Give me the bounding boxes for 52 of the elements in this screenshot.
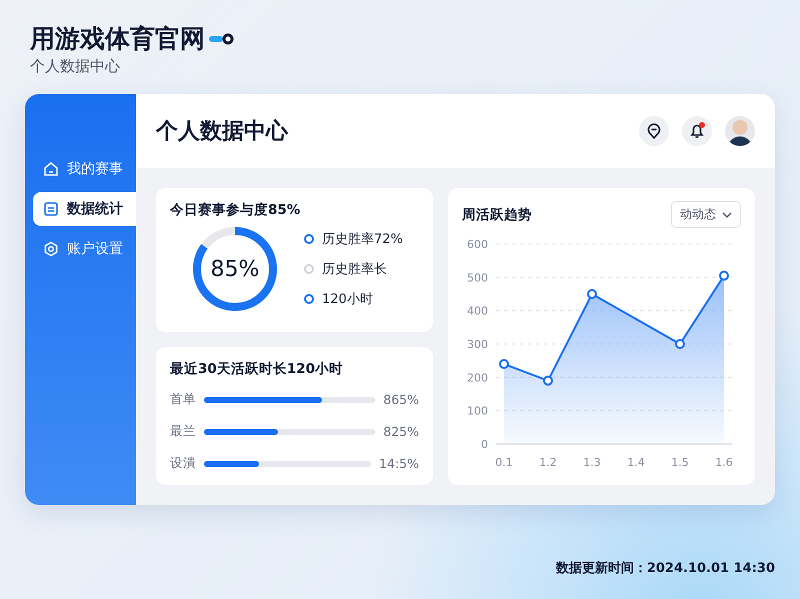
bar-reading: 825% [383,424,419,439]
axis-tick-label: 0 [481,438,488,451]
legend-label: 历史胜率长 [322,261,387,278]
bar-reading: 865% [383,392,419,407]
data-point [719,270,729,281]
dropdown[interactable]: 动动态 [671,201,741,228]
axis-tick-label: 1.4 [627,456,645,469]
sidebar-item-label: 账户设置 [67,240,123,258]
location-pin-icon [647,123,661,139]
axis-tick-label: 100 [467,404,488,418]
card-title: 今日赛事参与度85% [170,201,302,219]
axis-tick-label: 1.3 [583,456,601,469]
data-point [499,359,509,369]
document-icon [43,201,59,217]
axis-tick-label: 1.6 [715,456,733,469]
site-subtitle: 个人数据中心 [30,57,121,76]
bell-icon [690,123,704,139]
axis-tick-label: 1.2 [539,456,557,469]
donut-value: 85% [210,256,260,282]
axis-tick-label: 0.1 [495,456,513,469]
sidebar-item-label: 数据统计 [67,200,123,218]
update-time: 数据更新时间：2024.10.01 14:30 [556,560,775,577]
chevron-down-icon [722,212,732,218]
settings-icon [43,241,59,257]
bar-label: 最兰 [170,423,196,440]
axis-tick-label: 400 [467,304,488,318]
axis-tick-label: 500 [467,271,488,284]
sidebar-item[interactable]: 数据统计 [33,192,136,226]
legend-label: 120小时 [322,291,373,308]
page-title: 个人数据中心 [156,118,290,146]
data-point [587,289,597,299]
axis-tick-label: 600 [467,238,488,251]
notification-button[interactable] [682,116,712,146]
logo-icon [209,32,235,44]
data-point [675,339,685,349]
legend-label: 历史胜率72% [322,231,403,248]
home-icon [43,161,59,177]
avatar[interactable] [725,116,755,146]
sidebar-item-label: 我的赛事 [67,160,123,178]
axis-tick-label: 1.5 [671,456,689,469]
card-title: 周活跃趋势 [462,206,532,224]
sidebar-item[interactable]: 账户设置 [33,232,136,266]
site-title: 用游戏体育官网 [30,23,205,55]
axis-tick-label: 200 [467,371,488,384]
sidebar-item[interactable]: 我的赛事 [33,152,136,186]
card-title: 最近30天活跃时长120小时 [170,360,344,378]
bar-label: 设潰 [170,455,196,472]
bar-reading: 14:5% [379,456,419,471]
data-point [543,376,553,386]
bar-label: 首单 [170,391,196,408]
location-button[interactable] [639,116,669,146]
axis-tick-label: 300 [467,338,488,351]
